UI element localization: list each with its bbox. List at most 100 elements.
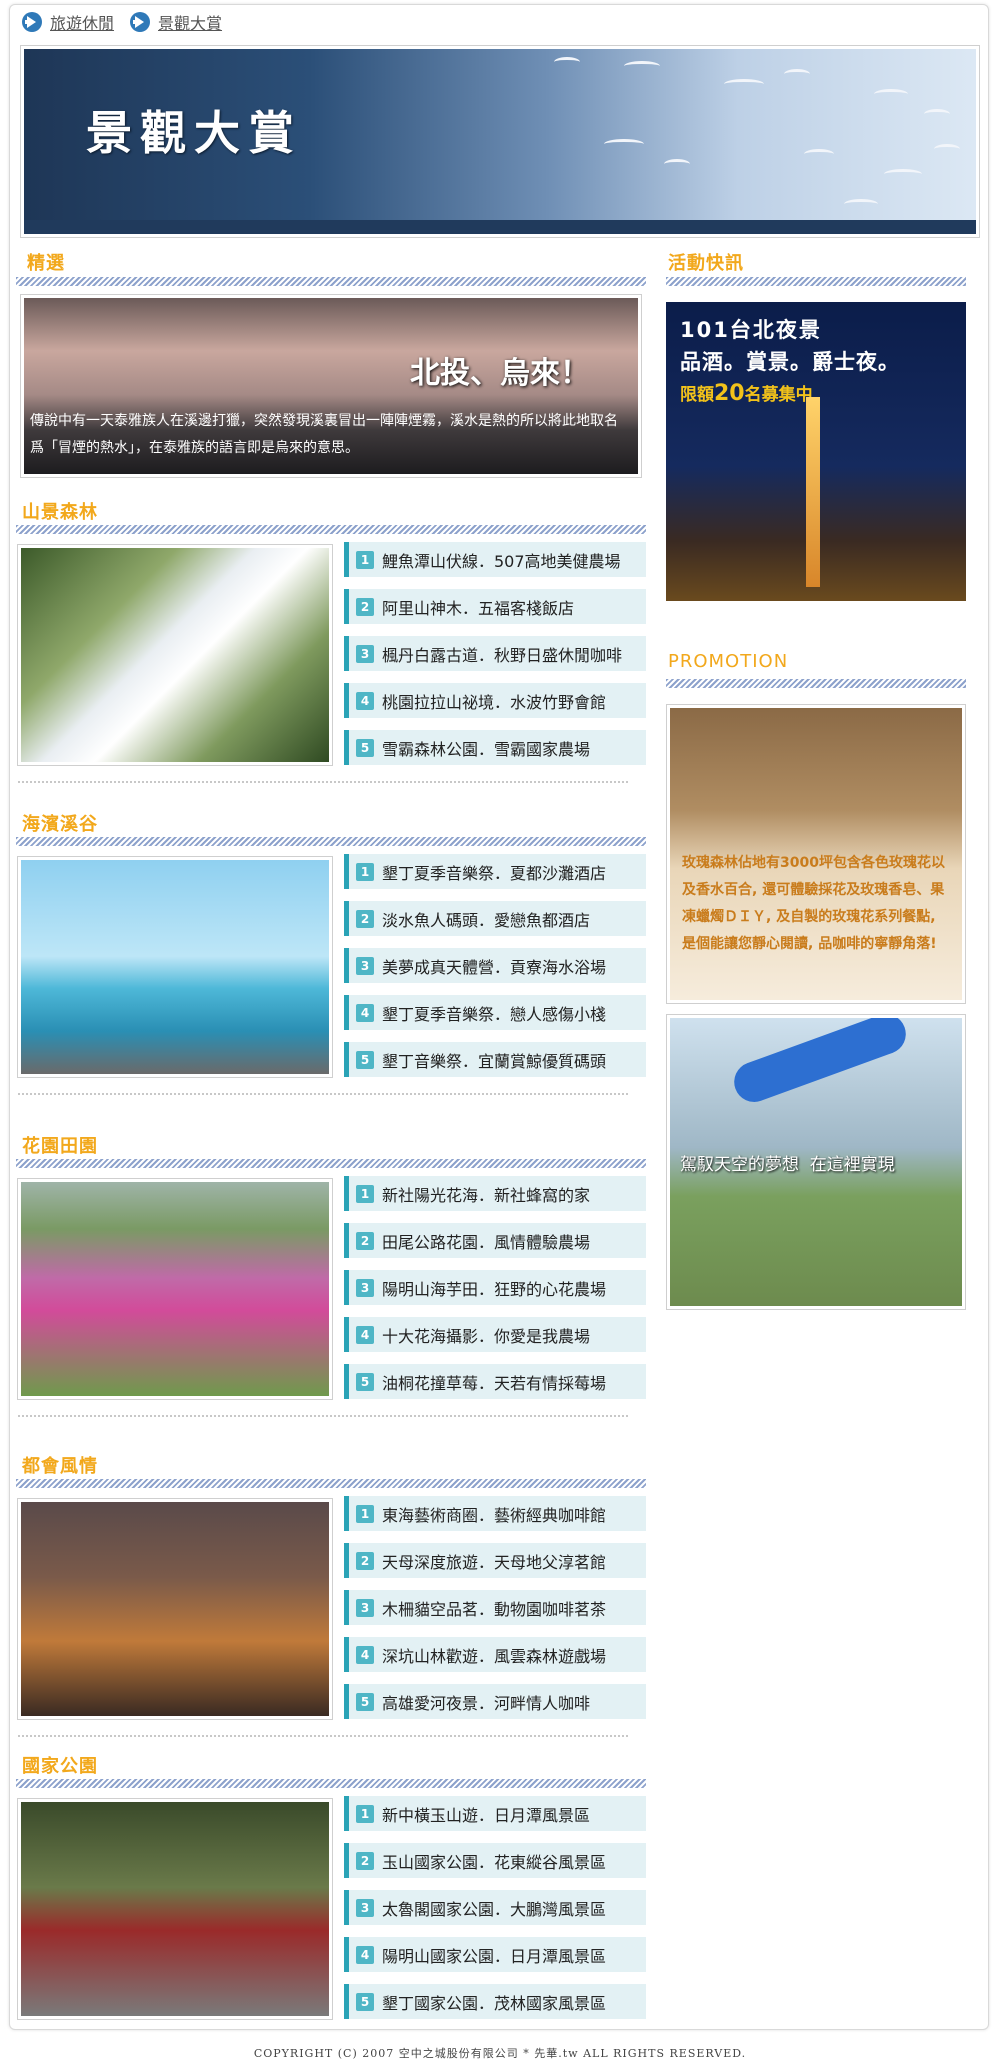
banner-sky-image: 景觀大賞 (24, 49, 976, 234)
section-title-4: 國家公園 (22, 1756, 98, 1777)
list-item[interactable]: 3 美夢成真天體營．貢寮海水浴場 (344, 948, 646, 983)
section-title-0: 山景森林 (22, 502, 98, 523)
section-list-4: 1 新中橫玉山遊．日月潭風景區 2 玉山國家公園．花東縱谷風景區 3 太魯閣國家公園．大鵬… (344, 1796, 646, 2031)
number-badge: 4 (356, 1945, 374, 1964)
news-line-2: 品酒。賞景。爵士夜。 (680, 350, 900, 374)
list-item[interactable]: 1 新社陽光花海．新社蜂窩的家 (344, 1176, 646, 1211)
section-image-2[interactable] (17, 1178, 333, 1400)
news-101-banner[interactable]: 101台北夜景 品酒。賞景。爵士夜。 限額20名募集中 (666, 302, 966, 601)
list-item[interactable]: 4 深坑山林歡遊．風雲森林遊戲場 (344, 1637, 646, 1672)
number-badge: 1 (356, 1184, 374, 1203)
list-item-label: 阿里山神木．五福客棧飯店 (382, 598, 575, 618)
section-divider (16, 1779, 646, 1788)
number-badge: 2 (356, 1551, 374, 1570)
list-item-label: 玉山國家公園．花東縱谷風景區 (382, 1852, 607, 1872)
section-divider (16, 1159, 646, 1168)
number-badge: 4 (356, 1325, 374, 1344)
footer-copyright: COPYRIGHT (C) 2007 空中之城股份有限公司 * 先華.tw AL… (253, 2047, 747, 2060)
news-line-3-pre: 限額 (680, 385, 714, 405)
list-item[interactable]: 5 雪霸森林公園．雪霸國家農場 (344, 730, 646, 765)
list-item[interactable]: 2 玉山國家公園．花東縱谷風景區 (344, 1843, 646, 1878)
list-item-label: 墾丁夏季音樂祭．夏都沙灘酒店 (382, 863, 607, 883)
list-item-label: 陽明山海芋田．狂野的心花農場 (382, 1279, 607, 1299)
promotion-rose-forest[interactable]: 玫瑰森林佔地有3000坪包含各色玫瑰花以及香水百合, 還可體驗採花及玫瑰香皂、果… (666, 704, 966, 1004)
number-badge: 1 (356, 862, 374, 881)
list-item-label: 油桐花撞草莓．天若有情採莓場 (382, 1373, 607, 1393)
breadcrumb-link-travel[interactable]: 旅遊休閒 (50, 10, 114, 34)
list-item[interactable]: 1 東海藝術商圈．藝術經典咖啡館 (344, 1496, 646, 1531)
list-item-label: 新中橫玉山遊．日月潭風景區 (382, 1805, 591, 1825)
news-line-3-post: 名募集中 (744, 385, 813, 405)
section-divider (16, 1479, 646, 1488)
list-item[interactable]: 1 新中橫玉山遊．日月潭風景區 (344, 1796, 646, 1831)
list-item[interactable]: 2 淡水魚人碼頭．愛戀魚都酒店 (344, 901, 646, 936)
list-item-label: 東海藝術商圈．藝術經典咖啡館 (382, 1505, 607, 1525)
section-title-promotion: PROMOTION (668, 651, 789, 672)
list-item-label: 深坑山林歡遊．風雲森林遊戲場 (382, 1646, 607, 1666)
list-item-label: 墾丁音樂祭．宜蘭賞鯨優質碼頭 (382, 1051, 607, 1071)
promotion-plane-text: 駕馭天空的夢想 在這裡實現 (680, 1155, 895, 1175)
list-item[interactable]: 5 墾丁音樂祭．宜蘭賞鯨優質碼頭 (344, 1042, 646, 1077)
list-item[interactable]: 1 鯉魚潭山伏線．507高地美健農場 (344, 542, 646, 577)
featured-promo-text: 傳說中有一天泰雅族人在溪邊打獵，突然發現溪裏冒出一陣陣煙霧，溪水是熱的所以將此地… (30, 413, 618, 456)
list-item[interactable]: 3 木柵貓空品茗．動物園咖啡茗茶 (344, 1590, 646, 1625)
number-badge: 5 (356, 1372, 374, 1391)
featured-promo[interactable]: 北投、烏來！ 傳說中有一天泰雅族人在溪邊打獵，突然發現溪裏冒出一陣陣煙霧，溪水是… (20, 294, 642, 478)
list-item-label: 桃園拉拉山祕境．水波竹野會館 (382, 692, 607, 712)
list-item[interactable]: 2 田尾公路花園．風情體驗農場 (344, 1223, 646, 1258)
section-title-3: 都會風情 (22, 1456, 98, 1477)
section-list-0: 1 鯉魚潭山伏線．507高地美健農場 2 阿里山神木．五福客棧飯店 3 楓丹白露古道．秋野… (344, 542, 646, 777)
list-item-label: 田尾公路花園．風情體驗農場 (382, 1232, 591, 1252)
section-image-0[interactable] (17, 544, 333, 766)
number-badge: 5 (356, 1692, 374, 1711)
breadcrumb-link-scenery[interactable]: 景觀大賞 (158, 10, 222, 34)
list-item[interactable]: 5 墾丁國家公園．茂林國家風景區 (344, 1984, 646, 2019)
list-item-label: 雪霸森林公園．雪霸國家農場 (382, 739, 591, 759)
section-list-1: 1 墾丁夏季音樂祭．夏都沙灘酒店 2 淡水魚人碼頭．愛戀魚都酒店 3 美夢成真天體營．貢寮… (344, 854, 646, 1089)
list-item[interactable]: 4 桃園拉拉山祕境．水波竹野會館 (344, 683, 646, 718)
list-item[interactable]: 3 陽明山海芋田．狂野的心花農場 (344, 1270, 646, 1305)
section-title-featured: 精選 (27, 253, 65, 274)
list-item[interactable]: 5 高雄愛河夜景．河畔情人咖啡 (344, 1684, 646, 1719)
list-item[interactable]: 2 阿里山神木．五福客棧飯店 (344, 589, 646, 624)
list-item[interactable]: 4 陽明山國家公園．日月潭風景區 (344, 1937, 646, 1972)
section-separator (18, 1415, 628, 1418)
tower-image (806, 397, 820, 587)
section-image-1[interactable] (17, 856, 333, 1078)
promotion-rose-text: 玫瑰森林佔地有3000坪包含各色玫瑰花以及香水百合, 還可體驗採花及玫瑰香皂、果… (682, 855, 945, 952)
section-title-1: 海濱溪谷 (22, 814, 98, 835)
section-title-2: 花園田園 (22, 1136, 98, 1157)
number-badge: 3 (356, 1278, 374, 1297)
list-item[interactable]: 3 太魯閣國家公園．大鵬灣風景區 (344, 1890, 646, 1925)
list-item-label: 陽明山國家公園．日月潭風景區 (382, 1946, 607, 1966)
news-line-1: 101台北夜景 (680, 318, 822, 342)
header-banner: 景觀大賞 (20, 45, 980, 238)
section-image-4[interactable] (17, 1798, 333, 2020)
plane-image (728, 1018, 912, 1108)
number-badge: 4 (356, 691, 374, 710)
featured-promo-title: 北投、烏來！ (410, 356, 590, 391)
list-item-label: 楓丹白露古道．秋野日盛休閒咖啡 (382, 645, 623, 665)
section-image-3[interactable] (17, 1498, 333, 1720)
list-item[interactable]: 5 油桐花撞草莓．天若有情採莓場 (344, 1364, 646, 1399)
list-item[interactable]: 2 天母深度旅遊．天母地父淳茗館 (344, 1543, 646, 1578)
section-divider (16, 837, 646, 846)
section-title-news: 活動快訊 (668, 253, 744, 274)
list-item-label: 高雄愛河夜景．河畔情人咖啡 (382, 1693, 591, 1713)
list-item[interactable]: 4 墾丁夏季音樂祭．戀人感傷小棧 (344, 995, 646, 1030)
section-separator (18, 781, 628, 784)
promotion-rc-plane[interactable]: 駕馭天空的夢想 在這裡實現 (666, 1014, 966, 1310)
list-item-label: 天母深度旅遊．天母地父淳茗館 (382, 1552, 607, 1572)
number-badge: 3 (356, 956, 374, 975)
number-badge: 3 (356, 1598, 374, 1617)
list-item[interactable]: 1 墾丁夏季音樂祭．夏都沙灘酒店 (344, 854, 646, 889)
number-badge: 5 (356, 738, 374, 757)
section-separator (18, 1093, 628, 1096)
section-separator (18, 1735, 628, 1738)
list-item-label: 太魯閣國家公園．大鵬灣風景區 (382, 1899, 607, 1919)
list-item[interactable]: 4 十大花海攝影．你愛是我農場 (344, 1317, 646, 1352)
list-item-label: 美夢成真天體營．貢寮海水浴場 (382, 957, 607, 977)
list-item-label: 墾丁國家公園．茂林國家風景區 (382, 1993, 607, 2013)
list-item[interactable]: 3 楓丹白露古道．秋野日盛休閒咖啡 (344, 636, 646, 671)
number-badge: 3 (356, 644, 374, 663)
